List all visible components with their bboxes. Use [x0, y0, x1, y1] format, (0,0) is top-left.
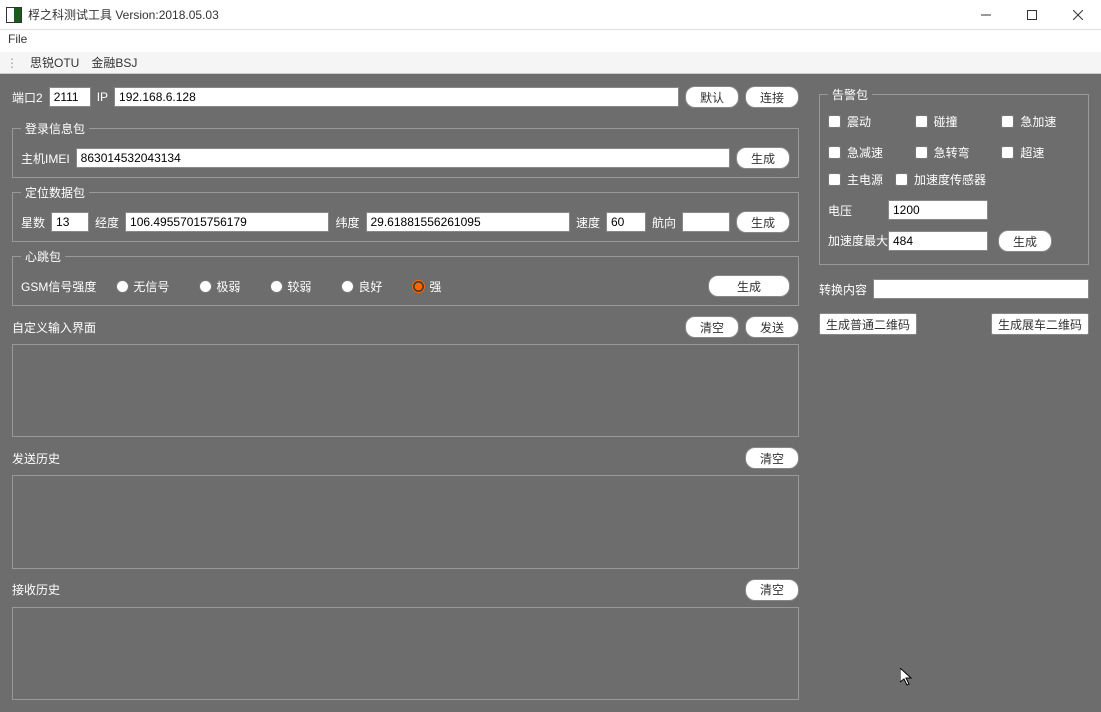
- alarm-check-decel[interactable]: 急减速: [828, 144, 907, 161]
- heartbeat-group: 心跳包 GSM信号强度 无信号 极弱 较弱 良好 强 生成: [12, 248, 799, 306]
- heartbeat-generate-button[interactable]: 生成: [708, 275, 790, 297]
- tab-jinrong-bsj[interactable]: 金融BSJ: [91, 54, 137, 71]
- maximize-button[interactable]: [1009, 0, 1055, 30]
- gsm-label: GSM信号强度: [21, 278, 96, 295]
- send-history-header: 发送历史 清空: [12, 447, 799, 469]
- alarm-check-accelsensor[interactable]: 加速度传感器: [895, 171, 986, 188]
- alarm-check-mainpower[interactable]: 主电源: [828, 171, 883, 188]
- voltage-label: 电压: [828, 202, 878, 219]
- right-column: 告警包 震动 碰撞 急加速 急减速 急转弯 超速 主电源 加速度传感器 电压 加…: [819, 86, 1089, 700]
- login-generate-button[interactable]: 生成: [736, 147, 790, 169]
- window-controls: [963, 0, 1101, 30]
- lat-input[interactable]: [366, 212, 570, 232]
- gsm-radio-strong[interactable]: 强: [412, 278, 441, 295]
- custom-send-button[interactable]: 发送: [745, 316, 799, 338]
- locate-generate-button[interactable]: 生成: [736, 211, 790, 233]
- alarm-check-turn[interactable]: 急转弯: [915, 144, 994, 161]
- ip-label: IP: [97, 90, 108, 104]
- lon-label: 经度: [95, 214, 119, 231]
- recv-history-header: 接收历史 清空: [12, 579, 799, 601]
- ip-input[interactable]: [114, 87, 679, 107]
- port-input[interactable]: [49, 87, 91, 107]
- imei-label: 主机IMEI: [21, 150, 70, 167]
- convert-input[interactable]: [873, 279, 1089, 299]
- minimize-button[interactable]: [963, 0, 1009, 30]
- alarm-check-vibration[interactable]: 震动: [828, 113, 907, 130]
- toolbar: ⋮ 思锐OTU 金融BSJ: [0, 52, 1101, 74]
- port-label: 端口2: [12, 89, 43, 106]
- send-history-label: 发送历史: [12, 450, 60, 467]
- locate-group: 定位数据包 星数 经度 纬度 速度 航向 生成: [12, 184, 799, 242]
- speed-label: 速度: [576, 214, 600, 231]
- menu-file[interactable]: File: [8, 32, 27, 46]
- recv-history-label: 接收历史: [12, 581, 60, 598]
- heartbeat-legend: 心跳包: [21, 248, 65, 265]
- heading-input[interactable]: [682, 212, 730, 232]
- alarm-group: 告警包 震动 碰撞 急加速 急减速 急转弯 超速 主电源 加速度传感器 电压 加…: [819, 86, 1089, 265]
- send-history-area[interactable]: [12, 475, 799, 568]
- custom-clear-button[interactable]: 清空: [685, 316, 739, 338]
- custom-label: 自定义输入界面: [12, 319, 96, 336]
- close-button[interactable]: [1055, 0, 1101, 30]
- accdiff-input[interactable]: [888, 231, 988, 251]
- toolbar-grip-icon: ⋮: [6, 56, 16, 70]
- alarm-legend: 告警包: [828, 86, 872, 103]
- connect-button[interactable]: 连接: [745, 86, 799, 108]
- accdiff-label: 加速度最大差值: [828, 234, 878, 248]
- send-history-clear-button[interactable]: 清空: [745, 447, 799, 469]
- sat-label: 星数: [21, 214, 45, 231]
- titlebar: 桴之科测试工具 Version:2018.05.03: [0, 0, 1101, 30]
- imei-input[interactable]: [76, 148, 730, 168]
- lon-input[interactable]: [125, 212, 329, 232]
- gen-normal-qr-button[interactable]: 生成普通二维码: [819, 313, 917, 335]
- recv-history-clear-button[interactable]: 清空: [745, 579, 799, 601]
- login-group: 登录信息包 主机IMEI 生成: [12, 120, 799, 178]
- gsm-radio-veryweak[interactable]: 极弱: [199, 278, 240, 295]
- custom-header: 自定义输入界面 清空 发送: [12, 316, 799, 338]
- locate-legend: 定位数据包: [21, 184, 89, 201]
- default-button[interactable]: 默认: [685, 86, 739, 108]
- custom-input-area[interactable]: [12, 344, 799, 437]
- gsm-radio-good[interactable]: 良好: [341, 278, 382, 295]
- connection-row: 端口2 IP 默认 连接: [12, 86, 799, 108]
- voltage-input[interactable]: [888, 200, 988, 220]
- gsm-radio-weak[interactable]: 较弱: [270, 278, 311, 295]
- alarm-check-overspeed[interactable]: 超速: [1001, 144, 1080, 161]
- window-title: 桴之科测试工具 Version:2018.05.03: [28, 6, 963, 23]
- alarm-check-collision[interactable]: 碰撞: [915, 113, 994, 130]
- left-column: 端口2 IP 默认 连接 登录信息包 主机IMEI 生成 定位数据包 星数 经度: [12, 86, 799, 700]
- alarm-generate-button[interactable]: 生成: [998, 230, 1052, 252]
- tab-siru-otu[interactable]: 思锐OTU: [30, 54, 79, 71]
- sat-input[interactable]: [51, 212, 89, 232]
- heading-label: 航向: [652, 214, 676, 231]
- alarm-check-accel[interactable]: 急加速: [1001, 113, 1080, 130]
- app-icon: [6, 7, 22, 23]
- menubar: File: [0, 30, 1101, 52]
- gen-display-qr-button[interactable]: 生成展车二维码: [991, 313, 1089, 335]
- convert-label: 转换内容: [819, 281, 867, 298]
- speed-input[interactable]: [606, 212, 646, 232]
- main-panel: 端口2 IP 默认 连接 登录信息包 主机IMEI 生成 定位数据包 星数 经度: [0, 74, 1101, 712]
- gsm-radio-none[interactable]: 无信号: [116, 278, 169, 295]
- login-legend: 登录信息包: [21, 120, 89, 137]
- lat-label: 纬度: [335, 214, 359, 231]
- recv-history-area[interactable]: [12, 607, 799, 700]
